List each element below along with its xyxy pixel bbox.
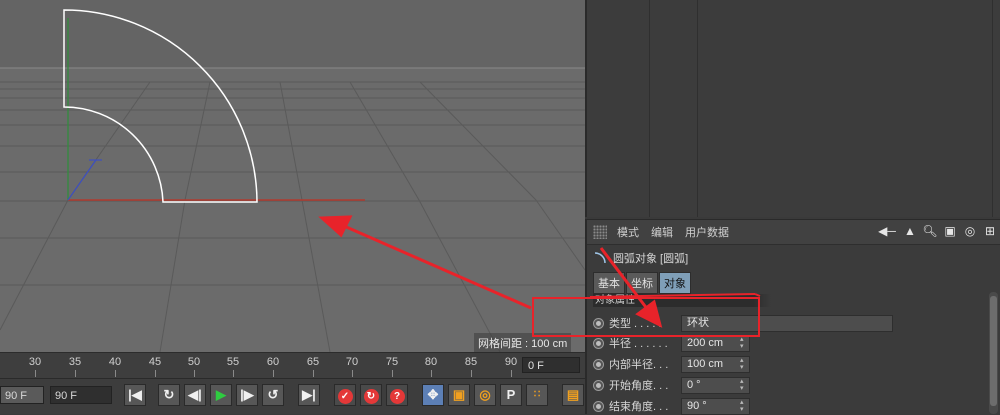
animate-radio[interactable]: [593, 400, 604, 412]
end-frame-field[interactable]: 90 F: [50, 386, 112, 404]
preview-min-field[interactable]: 90 F: [0, 386, 44, 404]
menu-user-data[interactable]: 用户数据: [685, 224, 729, 240]
tab-object[interactable]: 对象: [659, 272, 691, 294]
tab-basic[interactable]: 基本: [593, 272, 625, 294]
arrow-left-icon[interactable]: ◀─: [876, 223, 898, 239]
rotate-key-icon[interactable]: ◎: [474, 384, 496, 406]
move-key-icon[interactable]: ✥: [422, 384, 444, 406]
arc-object-icon: [594, 252, 606, 264]
scale-key-icon[interactable]: ▣: [448, 384, 470, 406]
timeline-tick: 80: [424, 356, 438, 368]
timeline-tick: 60: [266, 356, 280, 368]
timeline-tick: 40: [108, 356, 122, 368]
lock-icon[interactable]: ▣: [942, 223, 958, 239]
tab-coordinates[interactable]: 坐标: [626, 272, 658, 294]
attribute-toolbar: ◀─ ▲ 🔍︎ ▣ ◎ ⊞: [876, 223, 998, 239]
attribute-scrollbar[interactable]: [989, 292, 998, 414]
go-to-end-icon[interactable]: ▶|: [298, 384, 320, 406]
object-title: 圆弧对象 [圆弧]: [613, 253, 689, 265]
target-icon[interactable]: ◎: [962, 223, 978, 239]
prop-row-end-angle: 结束角度. . . 90 °: [593, 397, 750, 415]
parameter-key-icon[interactable]: P: [500, 384, 522, 406]
timeline-tick: 70: [345, 356, 359, 368]
timeline-tick: 35: [68, 356, 82, 368]
attribute-menubar: 模式 编辑 用户数据 ◀─ ▲ 🔍︎ ▣ ◎ ⊞: [587, 220, 1000, 245]
auto-key-icon[interactable]: ↻: [360, 384, 382, 406]
3d-viewport[interactable]: 网格间距 : 100 cm: [0, 0, 585, 352]
radius-field[interactable]: 200 cm: [681, 334, 750, 352]
timeline-tick: 90: [504, 356, 518, 368]
animate-radio[interactable]: [593, 337, 604, 349]
timeline-tick: 75: [385, 356, 399, 368]
transport-bar: 90 F 90 F |◀ ↻ ◀| ▶ |▶ ↺ ▶| ✓ ↻ ? ✥ ▣ ◎ …: [0, 378, 585, 414]
object-title-row: 圆弧对象 [圆弧]: [593, 250, 688, 266]
arrow-up-icon[interactable]: ▲: [902, 223, 918, 239]
prop-label-inner-radius: 内部半径. . .: [609, 359, 669, 371]
animate-radio[interactable]: [593, 379, 604, 391]
timeline-ruler[interactable]: 30 35 40 45 50 55 60 65 70 75 80 85 90: [0, 352, 585, 379]
menu-edit[interactable]: 编辑: [651, 224, 673, 240]
record-key-icon[interactable]: ✓: [334, 384, 356, 406]
add-panel-icon[interactable]: ⊞: [982, 223, 998, 239]
menu-mode[interactable]: 模式: [617, 224, 639, 240]
inner-radius-field[interactable]: 100 cm: [681, 355, 750, 373]
go-to-start-icon[interactable]: |◀: [124, 384, 146, 406]
next-frame-icon[interactable]: |▶: [236, 384, 258, 406]
current-frame-field[interactable]: 0 F: [522, 357, 580, 373]
timeline-tick: 50: [187, 356, 201, 368]
play-icon[interactable]: ▶: [210, 384, 232, 406]
viewport-canvas: [0, 0, 585, 352]
panel-grip-icon[interactable]: [593, 225, 607, 239]
prop-label-radius: 半径 . . . . . .: [609, 338, 668, 350]
attribute-tabs: 基本 坐标 对象: [593, 272, 691, 294]
object-manager-panel[interactable]: [585, 0, 1000, 217]
prop-label-start-angle: 开始角度. . .: [609, 380, 669, 392]
prop-row-start-angle: 开始角度. . . 0 °: [593, 376, 750, 394]
keyframe-help-icon[interactable]: ?: [386, 384, 408, 406]
prop-row-inner-radius: 内部半径. . . 100 cm: [593, 355, 750, 373]
search-icon[interactable]: 🔍︎: [922, 223, 938, 239]
previous-frame-icon[interactable]: ◀|: [184, 384, 206, 406]
timeline-tick: 30: [28, 356, 42, 368]
next-key-icon[interactable]: ↺: [262, 384, 284, 406]
timeline-tick: 55: [226, 356, 240, 368]
point-level-icon[interactable]: ∷: [526, 384, 548, 406]
annotation-highlight-box: [532, 297, 760, 337]
prop-label-end-angle: 结束角度. . .: [609, 401, 669, 413]
timeline-tick: 85: [464, 356, 478, 368]
animate-radio[interactable]: [593, 358, 604, 370]
timeline-tick: 45: [148, 356, 162, 368]
end-angle-field[interactable]: 90 °: [681, 397, 750, 415]
filmstrip-icon[interactable]: ▤: [562, 384, 584, 406]
previous-key-icon[interactable]: ↻: [158, 384, 180, 406]
timeline-tick: 65: [306, 356, 320, 368]
start-angle-field[interactable]: 0 °: [681, 376, 750, 394]
